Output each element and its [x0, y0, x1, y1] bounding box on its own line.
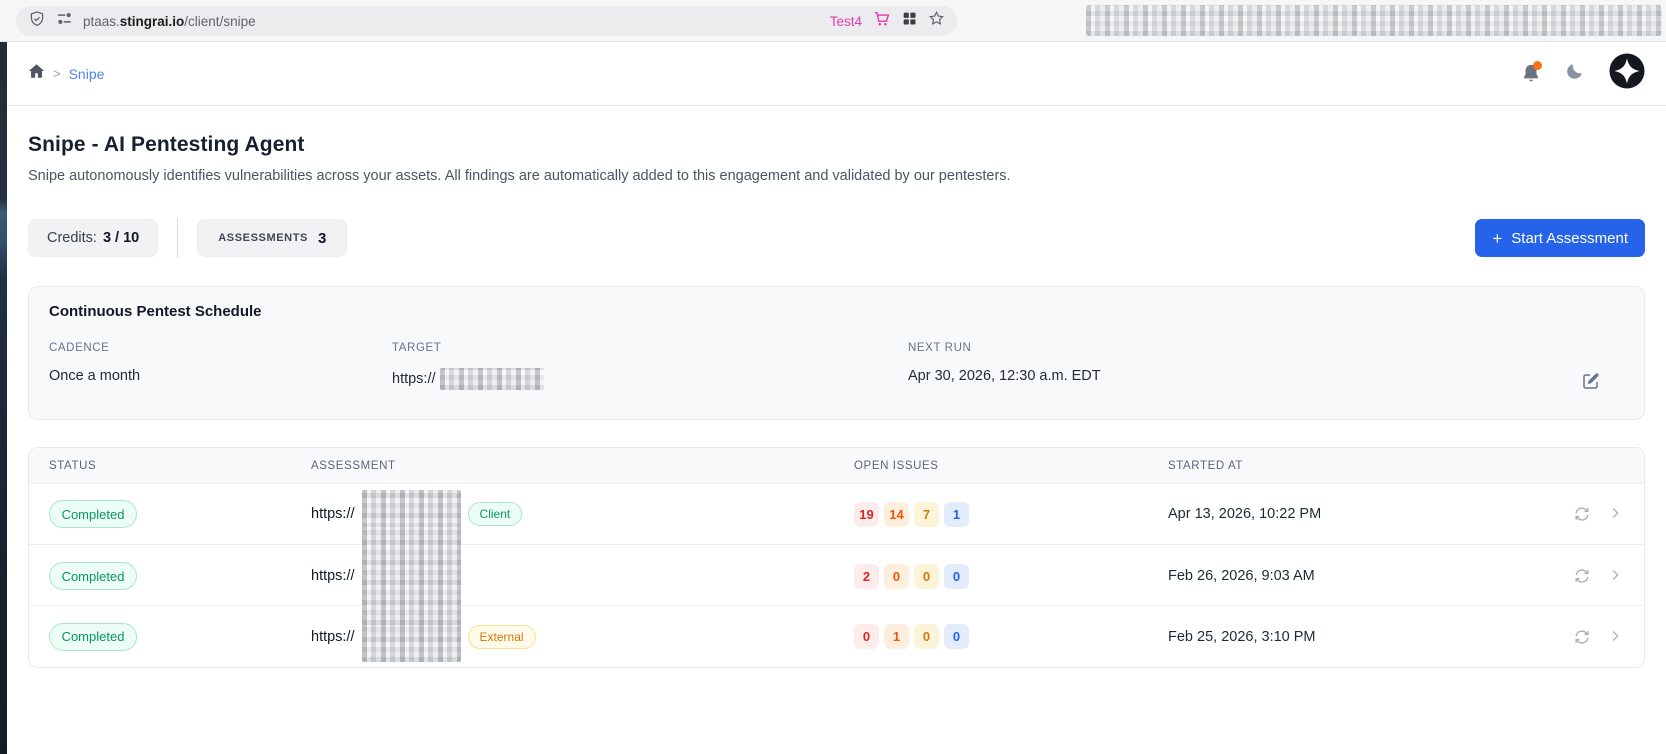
- started-at-value: Feb 25, 2026, 3:10 PM: [1168, 628, 1316, 645]
- cadence-label: CADENCE: [49, 342, 110, 354]
- address-bar[interactable]: ptaas.stingrai.io/client/snipe Test4: [16, 6, 957, 36]
- page-subtitle: Snipe autonomously identifies vulnerabil…: [28, 168, 1011, 184]
- medium-count: 7: [914, 501, 939, 527]
- low-count: 1: [944, 501, 969, 527]
- toolbar: Credits: 3 / 10 ASSESSMENTS 3 + Start Ass…: [28, 218, 1645, 258]
- schedule-card-title: Continuous Pentest Schedule: [49, 303, 262, 320]
- moon-icon[interactable]: [1565, 61, 1585, 86]
- low-count: 0: [944, 624, 969, 649]
- notification-dot: [1533, 60, 1542, 70]
- tab-assessments[interactable]: ASSESSMENTS 3: [197, 219, 348, 257]
- plus-icon: +: [1492, 228, 1503, 248]
- critical-count: 19: [854, 501, 879, 527]
- grid-icon[interactable]: [902, 11, 917, 31]
- high-count: 14: [884, 501, 909, 527]
- started-at-value: Feb 26, 2026, 9:03 AM: [1168, 568, 1315, 584]
- background-window-edge: [0, 42, 7, 754]
- low-count: 0: [944, 563, 969, 589]
- logo-mark[interactable]: [1609, 53, 1645, 94]
- target-value: https://: [392, 368, 908, 390]
- home-icon[interactable]: [28, 63, 45, 84]
- critical-count: 2: [854, 563, 879, 589]
- censored-target-url: [439, 368, 544, 390]
- breadcrumb: > Snipe: [28, 63, 104, 84]
- next-run-value: Apr 30, 2026, 12:30 a.m. EDT: [908, 368, 1101, 384]
- screen: ptaas.stingrai.io/client/snipe Test4 > S…: [0, 0, 1666, 754]
- chevron-right-icon[interactable]: [1606, 567, 1624, 585]
- status-badge: Completed: [49, 622, 137, 651]
- bell-icon[interactable]: [1521, 60, 1542, 85]
- breadcrumb-snipe-link[interactable]: Snipe: [69, 66, 105, 82]
- shield-icon[interactable]: [28, 10, 46, 33]
- table-row[interactable]: Completed https:// 2 0 0 0 Feb 26, 2026,…: [29, 527, 1644, 625]
- high-count: 1: [884, 624, 909, 649]
- tag-badge: Client: [467, 502, 523, 526]
- status-column-header: STATUS: [49, 459, 97, 472]
- high-count: 0: [884, 563, 909, 589]
- page-title: Snipe - AI Pentesting Agent: [28, 133, 305, 156]
- star-icon[interactable]: [928, 10, 945, 32]
- assessment-url: https://: [311, 568, 355, 584]
- medium-count: 0: [914, 624, 939, 649]
- credits-value: 3 / 10: [102, 230, 140, 246]
- refresh-icon[interactable]: [1573, 628, 1591, 646]
- open-issues-column-header: OPEN ISSUES: [854, 459, 939, 472]
- censored-assessment-url: [361, 527, 461, 625]
- open-issues-cell: 2 0 0 0: [854, 563, 1168, 589]
- url-text[interactable]: ptaas.stingrai.io/client/snipe: [83, 14, 256, 29]
- browser-bar: ptaas.stingrai.io/client/snipe Test4: [0, 0, 1666, 42]
- chevron-right-icon[interactable]: [1606, 628, 1624, 646]
- continuous-pentest-schedule-card: Continuous Pentest Schedule CADENCE Once…: [28, 286, 1645, 420]
- next-run-label: NEXT RUN: [908, 342, 972, 354]
- table-row[interactable]: Completed https:// Client 19 14 7 1 Apr …: [29, 484, 1644, 545]
- chevron-right-icon[interactable]: [1606, 505, 1624, 523]
- main-content: Snipe - AI Pentesting Agent Snipe autono…: [7, 106, 1666, 754]
- open-issues-cell: 0 1 0 0: [854, 624, 1168, 649]
- target-label: TARGET: [392, 342, 442, 354]
- start-assessment-button[interactable]: + Start Assessment: [1475, 219, 1645, 257]
- assessment-url: https://: [311, 628, 355, 645]
- assessments-count: 3: [317, 229, 327, 247]
- refresh-icon[interactable]: [1573, 567, 1591, 585]
- assessment-column-header: ASSESSMENT: [311, 459, 396, 472]
- breadcrumb-separator: >: [53, 66, 61, 81]
- toggle-icon[interactable]: [56, 10, 73, 32]
- started-at-column-header: STARTED AT: [1168, 459, 1244, 472]
- started-at-value: Apr 13, 2026, 10:22 PM: [1168, 506, 1322, 522]
- critical-count: 0: [854, 624, 879, 649]
- medium-count: 0: [914, 563, 939, 589]
- status-badge: Completed: [49, 500, 137, 528]
- profile-label[interactable]: Test4: [830, 14, 862, 29]
- status-badge: Completed: [49, 562, 137, 590]
- toolbar-divider: [177, 218, 179, 258]
- open-issues-cell: 19 14 7 1: [854, 501, 1168, 527]
- cart-icon[interactable]: [873, 10, 891, 33]
- assessments-table: STATUS ASSESSMENT OPEN ISSUES STARTED AT…: [28, 447, 1645, 668]
- edit-schedule-button[interactable]: [1580, 371, 1602, 393]
- cadence-value: Once a month: [49, 368, 141, 384]
- table-row[interactable]: Completed https:// External 0 1 0 0 Feb …: [29, 606, 1644, 667]
- refresh-icon[interactable]: [1573, 505, 1591, 523]
- tag-badge: External: [467, 624, 536, 649]
- credits-badge: Credits: 3 / 10: [28, 219, 159, 257]
- table-header: STATUS ASSESSMENT OPEN ISSUES STARTED AT: [29, 448, 1644, 484]
- assessment-url: https://: [311, 506, 355, 522]
- censored-browser-region: [1086, 5, 1662, 36]
- app-header: > Snipe: [7, 42, 1666, 106]
